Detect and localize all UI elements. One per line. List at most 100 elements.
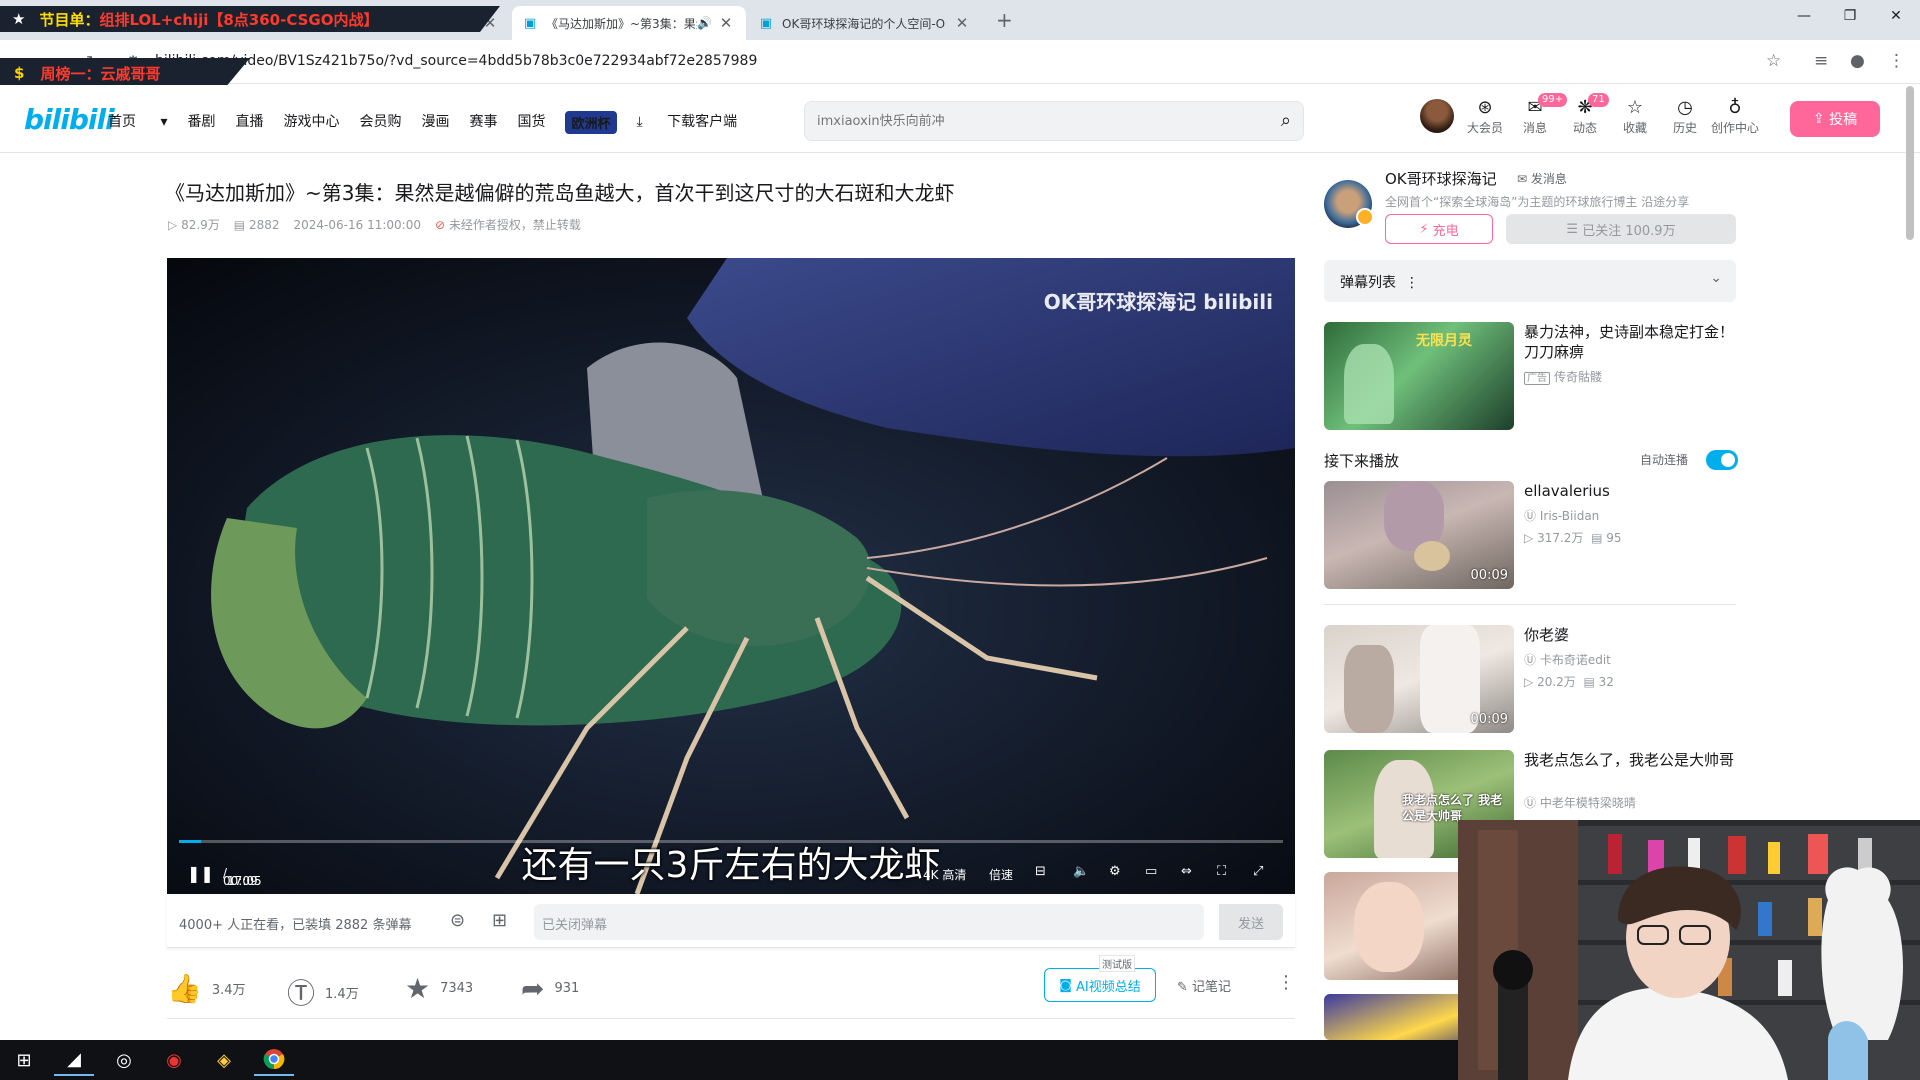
send-button[interactable]: 发送 — [1219, 904, 1283, 940]
nav-euro-cup[interactable]: 欧洲杯 — [565, 111, 617, 134]
owl-app-icon[interactable]: ◈ — [204, 1044, 244, 1076]
search-input[interactable] — [817, 111, 1257, 131]
browser-tab-video[interactable]: ▣ 《马达加斯加》~第3集：果然是 🔊 ✕ — [512, 6, 746, 40]
autoplay-toggle[interactable] — [1706, 450, 1738, 470]
nav-mall[interactable]: 会员购 — [359, 111, 401, 134]
nav-guohuo[interactable]: 国货 — [517, 111, 545, 134]
close-window-icon[interactable]: ✕ — [1876, 8, 1916, 24]
close-icon[interactable]: ✕ — [716, 14, 736, 32]
send-message-link[interactable]: ✉ 发消息 — [1517, 170, 1567, 187]
nav-anime[interactable]: 番剧 — [187, 111, 215, 134]
bilibili-tv-icon: ▣ — [759, 15, 773, 31]
nav-live[interactable]: 直播 — [235, 111, 263, 134]
chevron-down-icon: ⌄ — [1710, 270, 1722, 286]
rec-thumbnail: 00:09 — [1324, 625, 1514, 733]
share-button[interactable]: ➦ 931 — [521, 972, 579, 1005]
rec-card[interactable]: 00:09 你老婆 Ⓤ 卡布奇诺edit ▷ 20.2万 ▤ 32 — [1324, 625, 1736, 733]
pause-icon[interactable]: ❚❚ — [187, 864, 214, 883]
danmaku-icon: ▤ — [1591, 531, 1603, 545]
rec-card[interactable]: 00:09 ellavalerius Ⓤ Iris-Biidan ▷ 317.2… — [1324, 481, 1736, 589]
vip-icon: ⊛ — [1477, 97, 1493, 118]
progress-bar[interactable] — [179, 840, 1283, 843]
widescreen-icon[interactable]: ⇔ — [1181, 864, 1192, 879]
profile-icon[interactable]: ● — [1850, 51, 1865, 71]
video-title: 《马达加斯加》~第3集：果然是越偏僻的荒岛鱼越大，首次干到这尺寸的大石斑和大龙虾 — [165, 181, 955, 205]
video-meta: ▷ 82.9万 ▤ 2882 2024-06-16 11:00:00 ⊘ 未经作… — [168, 216, 581, 233]
danmaku-icon: ▤ — [233, 217, 246, 232]
address-bar: ← → ↻ ⚙ bilibili.com/video/BV1Sz421b75o/… — [0, 40, 1920, 84]
star-icon: ★ — [405, 972, 431, 1005]
uploader-avatar[interactable] — [1324, 180, 1374, 228]
ad-tag: 广告 — [1524, 372, 1550, 385]
netease-music-icon[interactable]: ◉ — [154, 1044, 194, 1076]
nav-creator[interactable]: ♁ 创作中心 — [1710, 97, 1760, 136]
bilibili-tv-icon: ▣ — [523, 15, 537, 31]
taskbar-app-icon[interactable]: ◢ — [54, 1044, 94, 1076]
close-icon[interactable]: ✕ — [952, 14, 972, 32]
nav-vip[interactable]: ⊛ 大会员 — [1460, 97, 1510, 136]
pip-icon[interactable]: ▭ — [1145, 864, 1157, 879]
divider — [167, 1018, 1295, 1019]
restore-icon[interactable]: ❐ — [1830, 8, 1870, 24]
nav-favorites[interactable]: ☆ 收藏 — [1610, 97, 1660, 136]
up-icon: Ⓤ — [1524, 509, 1537, 523]
minimize-icon[interactable]: — — [1784, 8, 1824, 24]
reading-list-icon[interactable]: ≡ — [1814, 51, 1828, 71]
settings-icon[interactable]: ⚙ — [1109, 864, 1121, 879]
subtitle-off-icon[interactable]: ⊟ — [1035, 864, 1046, 879]
uploader-name[interactable]: OK哥环球探海记 — [1385, 168, 1497, 189]
like-button[interactable]: 👍 3.4万 — [167, 972, 246, 1005]
nav-manga[interactable]: 漫画 — [421, 111, 449, 134]
charge-button[interactable]: ⚡ 充电 — [1385, 214, 1493, 244]
list-icon: ☰ — [1566, 221, 1579, 237]
quality-button[interactable]: 4K 高清 — [923, 866, 966, 883]
chrome-icon[interactable] — [254, 1044, 294, 1076]
menu-icon[interactable]: ⋮ — [1888, 51, 1905, 71]
web-fullscreen-icon[interactable]: ⛶ — [1217, 864, 1226, 879]
volume-icon[interactable]: 🔈 — [1073, 864, 1089, 879]
danmaku-bar: 4000+ 人正在看，已装填 2882 条弹幕 ⊜ ⊞ 已关闭弹幕 发送 — [167, 896, 1295, 948]
autoplay-label: 自动连播 — [1640, 453, 1689, 467]
obs-icon[interactable]: ◎ — [104, 1044, 144, 1076]
nav-dynamic[interactable]: ❋ 71 动态 — [1560, 93, 1610, 136]
danmaku-settings-icon[interactable]: ⊞ — [492, 910, 507, 931]
favorite-button[interactable]: ★ 7343 — [405, 972, 473, 1005]
ai-summary-button[interactable]: 测试版 ◙ AI视频总结 — [1044, 955, 1156, 1002]
nav-download[interactable]: ⤓ 下载客户端 — [637, 111, 758, 134]
nav-match[interactable]: 赛事 — [469, 111, 497, 134]
more-icon[interactable]: ⋮ — [1277, 972, 1295, 993]
nav-game-center[interactable]: 游戏中心 — [283, 111, 339, 134]
share-arrow-icon: ➦ — [521, 972, 545, 1005]
up-icon: Ⓤ — [1524, 653, 1537, 667]
bilibili-logo[interactable]: bilibili — [24, 103, 115, 136]
video-player[interactable]: OK哥环球探海记 bilibili 还有一只3斤左右的大龙虾 ❚❚ 00:09 … — [167, 258, 1295, 894]
nav-home[interactable]: 首页 ▾ — [108, 111, 167, 134]
browser-tab-space[interactable]: ▣ OK哥环球探海记的个人空间-O ✕ — [748, 6, 982, 40]
nav-history[interactable]: ◷ 历史 — [1660, 97, 1710, 136]
time-display: 00:09 / 17:05 — [223, 866, 262, 888]
thumbs-up-icon: 👍 — [167, 972, 202, 1005]
speaker-icon[interactable]: 🔊 — [697, 16, 712, 30]
coin-button[interactable]: Ⓣ 1.4万 — [287, 972, 359, 1012]
page-scrollbar[interactable] — [1906, 86, 1914, 240]
note-button[interactable]: ✎ 记笔记 — [1177, 976, 1231, 995]
nav-messages[interactable]: ✉ 99+ 消息 — [1510, 93, 1568, 136]
followed-button[interactable]: ☰ 已关注 100.9万 — [1506, 214, 1736, 244]
play-count-icon: ▷ — [1524, 675, 1534, 689]
download-icon: ⤓ — [636, 114, 643, 130]
windows-start-icon[interactable]: ⊞ — [4, 1044, 44, 1076]
main-nav: 首页 ▾ 番剧 直播 游戏中心 会员购 漫画 赛事 国货 欧洲杯 ⤓ 下载客户端 — [108, 111, 777, 134]
bookmark-star-icon[interactable]: ☆ — [1766, 51, 1781, 71]
fullscreen-icon[interactable]: ⤢ — [1253, 864, 1263, 879]
publish-date: 2024-06-16 11:00:00 — [293, 217, 421, 232]
ad-card[interactable]: 无限月灵 暴力法神，史诗副本稳定打金！刀刀麻痹 广告 传奇骷髅 — [1324, 322, 1736, 430]
danmaku-input[interactable]: 已关闭弹幕 — [534, 904, 1204, 940]
search-icon[interactable]: ⌕ — [1281, 110, 1291, 131]
new-tab-icon[interactable]: + — [996, 8, 1013, 32]
speed-button[interactable]: 倍速 — [989, 866, 1013, 883]
danmaku-toggle-icon[interactable]: ⊜ — [450, 910, 465, 931]
danmaku-list-panel[interactable]: 弹幕列表 ⋮ ⌄ — [1324, 260, 1736, 302]
player-controls: ❚❚ 00:09 / 17:05 4K 高清 倍速 ⊟ 🔈 ⚙ ▭ ⇔ ⛶ ⤢ — [167, 856, 1295, 890]
upload-button[interactable]: ⇪ 投稿 — [1790, 101, 1880, 137]
rec-up: Iris-Biidan — [1539, 509, 1600, 523]
